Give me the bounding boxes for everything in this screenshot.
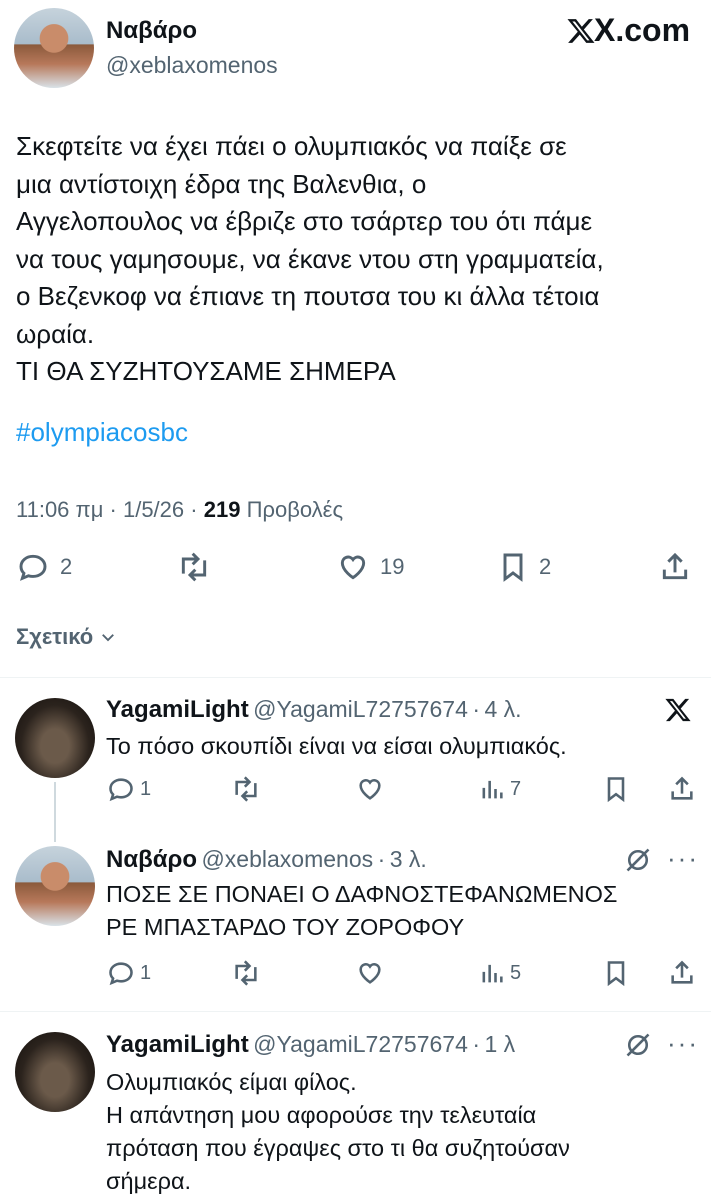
- retweet-action[interactable]: [174, 551, 214, 583]
- section-divider: [0, 677, 711, 678]
- reply-age[interactable]: 4 λ.: [484, 696, 521, 722]
- retweet-icon: [235, 776, 257, 802]
- meta-separator: ·: [109, 497, 117, 522]
- reply-author-handle[interactable]: @YagamiL72757674: [253, 1031, 468, 1057]
- reply-avatar[interactable]: [15, 846, 95, 926]
- bookmark-action[interactable]: 2: [497, 551, 551, 583]
- reply-icon: [109, 962, 133, 986]
- author-avatar[interactable]: [14, 8, 94, 88]
- bookmark-action[interactable]: [602, 959, 630, 987]
- more-options-icon[interactable]: ···: [667, 843, 699, 874]
- reply-age[interactable]: 1 λ: [484, 1031, 515, 1057]
- views-action[interactable]: 7: [478, 775, 521, 803]
- grok-icon[interactable]: [624, 1031, 652, 1064]
- reply-author-handle[interactable]: @YagamiL72757674: [253, 696, 468, 722]
- more-options-icon[interactable]: ···: [667, 1028, 699, 1059]
- analytics-icon: [482, 964, 503, 983]
- reply-avatar[interactable]: [15, 1032, 95, 1112]
- reply-header: YagamiLight @YagamiL72757674 · 4 λ.: [106, 696, 522, 724]
- like-action[interactable]: [355, 959, 385, 987]
- thread-line: [54, 782, 56, 842]
- x-brand-logo: X.com: [566, 12, 690, 49]
- reply-action[interactable]: 1: [106, 775, 151, 803]
- bookmark-count: 2: [539, 554, 552, 579]
- hashtag-link[interactable]: #olympiacosbc: [16, 414, 188, 452]
- like-action[interactable]: [355, 775, 385, 803]
- views-count: 7: [510, 777, 522, 800]
- reply-icon: [19, 554, 47, 581]
- reply-text: Το πόσο σκουπίδι είναι να είσαι ολυμπιακ…: [106, 733, 567, 759]
- reply-age[interactable]: 3 λ.: [390, 846, 427, 872]
- reply-author-name[interactable]: YagamiLight: [106, 1031, 249, 1058]
- brand-text: X.com: [594, 12, 691, 48]
- share-icon: [671, 960, 693, 984]
- tweet-time[interactable]: 11:06 πμ: [16, 497, 103, 522]
- heart-icon: [340, 555, 366, 580]
- views-count: 5: [510, 961, 522, 984]
- reply-divider: [0, 1011, 711, 1012]
- related-dropdown[interactable]: Σχετικό: [16, 624, 117, 650]
- bookmark-icon: [607, 961, 625, 987]
- heart-icon: [359, 963, 381, 984]
- reply-count: 1: [140, 777, 152, 800]
- reply-action[interactable]: 2: [16, 551, 72, 583]
- views-count: 219: [203, 497, 241, 522]
- author-handle[interactable]: @xeblaxomenos: [106, 52, 278, 79]
- bookmark-action[interactable]: [602, 775, 630, 803]
- reply-avatar[interactable]: [15, 698, 95, 778]
- views-action[interactable]: 5: [478, 959, 521, 987]
- meta-separator: ·: [472, 1031, 481, 1057]
- share-action[interactable]: [668, 959, 696, 987]
- retweet-icon: [181, 552, 207, 582]
- share-icon: [662, 552, 688, 580]
- like-count: 19: [380, 554, 405, 579]
- retweet-action[interactable]: [229, 775, 263, 803]
- related-label: Σχετικό: [16, 624, 94, 649]
- reply-text: ΠΟΣΕ ΣΕ ΠΟΝΑΕΙ Ο ΔΑΦΝΟΣΤΕΦΑΝΩΜΕΝΟΣ ΡΕ ΜΠ…: [106, 881, 618, 940]
- tweet-meta: 11:06 πμ · 1/5/26 · 219 Προβολές: [16, 497, 343, 523]
- reply-author-name[interactable]: Ναβάρο: [106, 846, 197, 873]
- bookmark-icon: [607, 777, 625, 803]
- retweet-action[interactable]: [229, 959, 263, 987]
- reply-count: 1: [140, 961, 152, 984]
- reply-header: YagamiLight @YagamiL72757674 · 1 λ: [106, 1031, 515, 1059]
- reply-text: Ολυμπιακός είμαι φίλος. Η απάντηση μου α…: [106, 1069, 570, 1194]
- meta-separator: ·: [377, 846, 386, 872]
- share-icon: [671, 776, 693, 800]
- reply-header: Ναβάρο @xeblaxomenos · 3 λ.: [106, 846, 427, 874]
- tweet-date[interactable]: 1/5/26: [123, 497, 184, 522]
- grok-icon[interactable]: [624, 846, 652, 879]
- retweet-icon: [235, 960, 257, 986]
- x-logo-icon: [567, 18, 595, 43]
- share-action[interactable]: [659, 551, 691, 583]
- like-action[interactable]: 19: [336, 551, 404, 583]
- meta-separator: ·: [190, 497, 198, 522]
- reply-icon: [109, 778, 133, 802]
- chevron-down-icon: [102, 634, 115, 642]
- tweet-text: Σκεφτείτε να έχει πάει ο ολυμπιακός να π…: [16, 131, 604, 386]
- bookmark-icon: [503, 553, 523, 582]
- reply-author-name[interactable]: YagamiLight: [106, 696, 249, 723]
- share-action[interactable]: [668, 775, 696, 803]
- views-label: Προβολές: [246, 497, 344, 522]
- author-name[interactable]: Ναβάρο: [106, 17, 197, 45]
- meta-separator: ·: [472, 696, 481, 722]
- x-logo-icon: [664, 696, 692, 729]
- heart-icon: [359, 779, 381, 800]
- analytics-icon: [482, 780, 503, 799]
- reply-author-handle[interactable]: @xeblaxomenos: [201, 846, 373, 872]
- reply-count: 2: [60, 554, 73, 579]
- reply-action[interactable]: 1: [106, 959, 151, 987]
